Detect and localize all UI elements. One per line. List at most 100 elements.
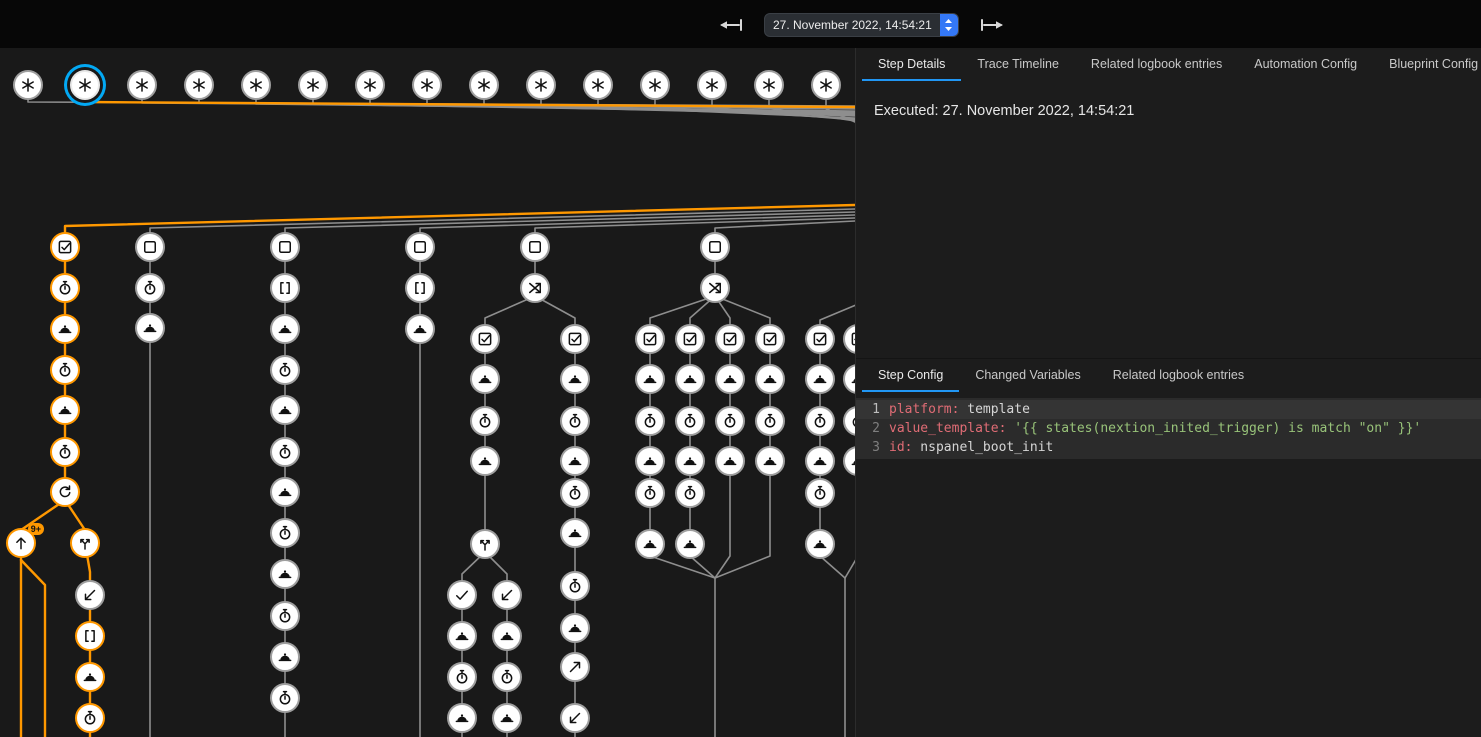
trace-node-timer[interactable]	[675, 406, 705, 436]
trace-node-dome[interactable]	[75, 662, 105, 692]
trace-node-dome[interactable]	[715, 364, 745, 394]
tab-changed-variables[interactable]: Changed Variables	[959, 359, 1096, 392]
trace-node-timer[interactable]	[270, 601, 300, 631]
trace-node-dome[interactable]	[560, 613, 590, 643]
trace-node-dome[interactable]	[715, 446, 745, 476]
trace-node-check[interactable]	[447, 580, 477, 610]
run-select[interactable]: 27. November 2022, 14:54:21	[764, 13, 959, 37]
trace-node-dome[interactable]	[560, 364, 590, 394]
trace-node-checkbox[interactable]	[715, 324, 745, 354]
trace-node-dome[interactable]	[805, 446, 835, 476]
trace-node-asterisk[interactable]	[697, 70, 727, 100]
trace-node-checkbox[interactable]	[470, 324, 500, 354]
trace-node-timer[interactable]	[755, 406, 785, 436]
trace-node-dome[interactable]	[135, 313, 165, 343]
trace-node-asterisk[interactable]	[298, 70, 328, 100]
trace-node-split[interactable]	[470, 529, 500, 559]
trace-node-dome[interactable]	[755, 446, 785, 476]
trace-node-brackets[interactable]	[75, 621, 105, 651]
trace-node-timer[interactable]	[635, 406, 665, 436]
trace-node-square[interactable]	[405, 232, 435, 262]
tab-automation-config[interactable]: Automation Config	[1238, 48, 1373, 81]
trace-node-split[interactable]	[70, 528, 100, 558]
trace-node-dome[interactable]	[447, 621, 477, 651]
trace-node-dome[interactable]	[805, 529, 835, 559]
trace-node-dome[interactable]	[675, 529, 705, 559]
trace-node-dome[interactable]	[675, 364, 705, 394]
trace-node-timer[interactable]	[715, 406, 745, 436]
trace-node-asterisk[interactable]	[13, 70, 43, 100]
trace-node-repeat[interactable]	[50, 477, 80, 507]
trace-node-dome[interactable]	[447, 703, 477, 733]
trace-node-checkbox[interactable]	[755, 324, 785, 354]
trace-node-asterisk[interactable]	[70, 70, 100, 100]
trace-node-dome[interactable]	[470, 446, 500, 476]
trace-node-asterisk[interactable]	[469, 70, 499, 100]
trace-node-asterisk[interactable]	[241, 70, 271, 100]
trace-node-dome[interactable]	[50, 314, 80, 344]
tab-blueprint-config[interactable]: Blueprint Config	[1373, 48, 1481, 81]
trace-node-dome[interactable]	[635, 529, 665, 559]
trace-node-square[interactable]	[700, 232, 730, 262]
trace-node-dome[interactable]	[270, 642, 300, 672]
trace-node-dome[interactable]	[635, 364, 665, 394]
trace-node-asterisk[interactable]	[355, 70, 385, 100]
trace-node-asterisk[interactable]	[412, 70, 442, 100]
tab-step-details[interactable]: Step Details	[862, 48, 961, 81]
trace-node-timer[interactable]	[805, 406, 835, 436]
next-run-button[interactable]	[977, 14, 1007, 36]
trace-node-square[interactable]	[270, 232, 300, 262]
trace-node-dome[interactable]	[635, 446, 665, 476]
trace-node-dome[interactable]	[470, 364, 500, 394]
trace-node-timer[interactable]	[270, 683, 300, 713]
trace-node-dome[interactable]	[492, 703, 522, 733]
trace-node-choose[interactable]	[700, 273, 730, 303]
trace-node-timer[interactable]	[675, 478, 705, 508]
trace-node-checkbox[interactable]	[675, 324, 705, 354]
trace-node-timer[interactable]	[270, 355, 300, 385]
trace-node-dome[interactable]	[755, 364, 785, 394]
trace-node-timer[interactable]	[270, 437, 300, 467]
trace-node-dome[interactable]	[675, 446, 705, 476]
trace-node-checkbox[interactable]	[50, 232, 80, 262]
trace-node-asterisk[interactable]	[811, 70, 841, 100]
trace-node-arrow-dl[interactable]	[75, 580, 105, 610]
trace-node-arrow-dl[interactable]	[492, 580, 522, 610]
trace-node-checkbox[interactable]	[805, 324, 835, 354]
trace-node-square[interactable]	[135, 232, 165, 262]
trace-node-square[interactable]	[520, 232, 550, 262]
trace-node-timer[interactable]	[135, 273, 165, 303]
trace-node-asterisk[interactable]	[583, 70, 613, 100]
trace-node-asterisk[interactable]	[640, 70, 670, 100]
trace-node-timer[interactable]	[560, 571, 590, 601]
previous-run-button[interactable]	[716, 14, 746, 36]
trace-node-checkbox[interactable]	[560, 324, 590, 354]
trace-node-dome[interactable]	[50, 395, 80, 425]
trace-node-checkbox[interactable]	[635, 324, 665, 354]
trace-node-asterisk[interactable]	[526, 70, 556, 100]
trace-node-dome[interactable]	[270, 559, 300, 589]
tab-trace-timeline[interactable]: Trace Timeline	[961, 48, 1075, 81]
tab-related-logbook-entries[interactable]: Related logbook entries	[1075, 48, 1238, 81]
trace-node-asterisk[interactable]	[754, 70, 784, 100]
trace-node-timer[interactable]	[560, 406, 590, 436]
trace-node-choose[interactable]	[520, 273, 550, 303]
trace-node-arrow-ne[interactable]	[560, 652, 590, 682]
trace-node-asterisk[interactable]	[127, 70, 157, 100]
tab-related-logbook-entries[interactable]: Related logbook entries	[1097, 359, 1260, 392]
tab-step-config[interactable]: Step Config	[862, 359, 959, 392]
trace-node-timer[interactable]	[635, 478, 665, 508]
trace-node-timer[interactable]	[560, 478, 590, 508]
trace-node-dome[interactable]	[405, 314, 435, 344]
trace-node-brackets[interactable]	[270, 273, 300, 303]
trace-node-dome[interactable]	[270, 395, 300, 425]
trace-node-timer[interactable]	[270, 518, 300, 548]
trace-node-brackets[interactable]	[405, 273, 435, 303]
trace-node-dome[interactable]	[805, 364, 835, 394]
trace-node-timer[interactable]	[470, 406, 500, 436]
trace-node-timer[interactable]	[492, 662, 522, 692]
trace-node-timer[interactable]	[50, 437, 80, 467]
trace-node-arrow-up[interactable]: 9+	[6, 528, 36, 558]
trace-node-timer[interactable]	[805, 478, 835, 508]
trace-node-dome[interactable]	[560, 518, 590, 548]
